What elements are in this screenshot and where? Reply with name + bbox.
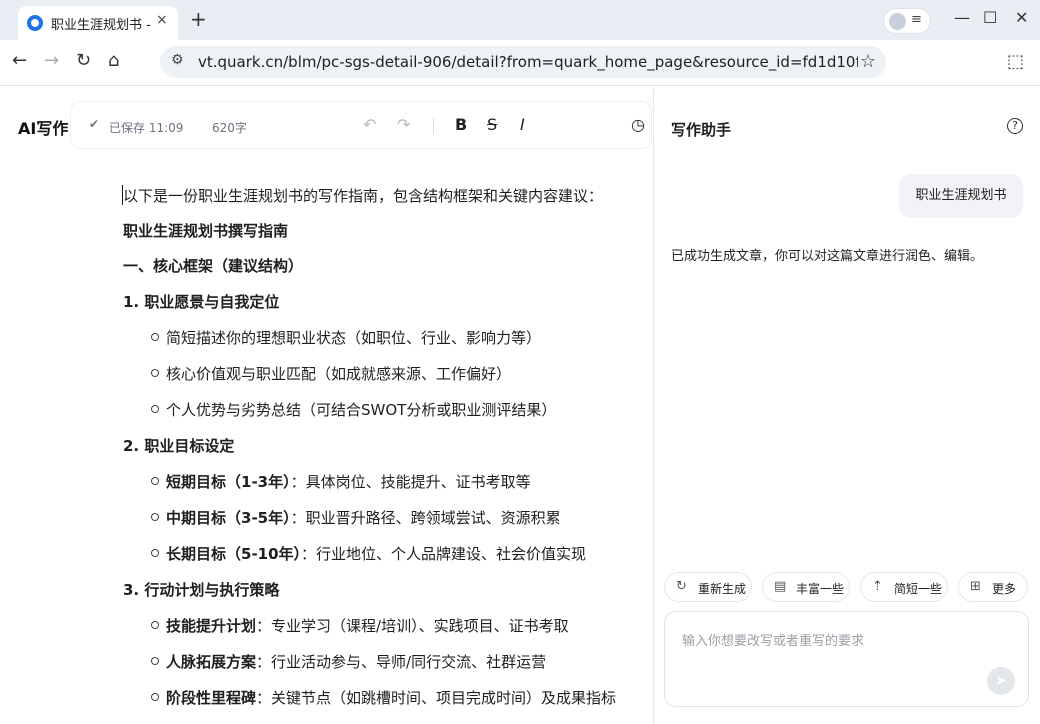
brand-title: AI写作 [18, 119, 69, 138]
list-item-text: 核心价值观与职业匹配（如成就感来源、工作偏好） [166, 365, 512, 383]
list-item: 短期目标（1-3年）：具体岗位、技能提升、证书考取等 [151, 471, 531, 492]
italic-icon[interactable]: I [520, 115, 525, 134]
menu-lines-icon: ≡ [911, 12, 922, 27]
enrich-button[interactable]: ▤ 丰富一些 [762, 572, 850, 602]
doc-intro-text: 以下是一份职业生涯规划书的写作指南，包含结构框架和关键内容建议： [123, 187, 604, 205]
list-item: 中期目标（3-5年）：职业晋升路径、跨领域尝试、资源积累 [151, 507, 561, 528]
back-arrow-icon[interactable]: ← [12, 51, 27, 71]
list-item-label: 短期目标（1-3年） [166, 473, 291, 491]
history-icon[interactable]: ◷ [631, 115, 645, 134]
home-icon[interactable]: ⌂ [108, 51, 119, 71]
bullet-icon [151, 693, 159, 701]
list-item: 核心价值观与职业匹配（如成就感来源、工作偏好） [151, 363, 511, 384]
list-item-label: 人脉拓展方案 [166, 653, 257, 671]
list-item: 阶段性里程碑：关键节点（如跳槽时间、项目完成时间）及成果指标 [151, 687, 616, 708]
list-item-text: ：职业晋升路径、跨领域尝试、资源积累 [290, 509, 561, 527]
bullet-icon [151, 549, 159, 557]
list-item-label: 阶段性里程碑 [166, 689, 257, 707]
assistant-title: 写作助手 [671, 121, 732, 139]
doc-heading: 职业生涯规划书撰写指南 [123, 222, 289, 240]
list-heading-2: 2. 职业目标设定 [123, 437, 235, 455]
chip-label: 更多 [992, 582, 1017, 596]
profile-avatar-icon [889, 13, 906, 30]
writing-assistant-panel: 写作助手 ? 职业生涯规划书 已成功生成文章，你可以对这篇文章进行润色、编辑。 … [654, 87, 1040, 724]
saved-status: 已保存 11:09 [109, 121, 184, 135]
text-caret [122, 185, 123, 205]
editor-toolbar: ✔ 已保存 11:09 620字 ↶ ↷ B S I ◷ [70, 101, 652, 149]
strikethrough-icon[interactable]: S [487, 115, 497, 134]
bold-icon[interactable]: B [455, 115, 467, 134]
assistant-reply: 已成功生成文章，你可以对这篇文章进行润色、编辑。 [671, 249, 984, 264]
extensions-icon[interactable]: ⬚ [1007, 51, 1024, 72]
browser-toolbar: ← → ↻ ⌂ ⚙ vt.quark.cn/blm/pc-sgs-detail-… [0, 40, 1040, 86]
profile-button[interactable]: ≡ [883, 8, 931, 34]
browser-title-bar: 职业生涯规划书 - × + ≡ — ☐ ✕ [0, 0, 1040, 40]
bullet-icon [151, 477, 159, 485]
grid-more-icon: ⊞ [970, 579, 981, 594]
list-item-text: 个人优势与劣势总结（可结合SWOT分析或职业测评结果） [166, 401, 557, 419]
shorten-button[interactable]: ⇡ 简短一些 [860, 572, 948, 602]
reload-icon[interactable]: ↻ [76, 51, 91, 71]
more-button[interactable]: ⊞ 更多 [958, 572, 1028, 602]
bullet-icon [151, 405, 159, 413]
list-heading-1: 1. 职业愿景与自我定位 [123, 293, 280, 311]
doc-intro: 以下是一份职业生涯规划书的写作指南，包含结构框架和关键内容建议： [122, 185, 604, 206]
new-tab-button[interactable]: + [190, 8, 207, 30]
minimize-button[interactable]: — [954, 8, 970, 27]
undo-icon[interactable]: ↶ [363, 115, 376, 134]
list-item-text: 简短描述你的理想职业状态（如职位、行业、影响力等） [166, 329, 542, 347]
list-heading-3: 3. 行动计划与执行策略 [123, 581, 280, 599]
tab-close-icon[interactable]: × [156, 12, 168, 28]
toolbar-divider [433, 118, 434, 134]
regenerate-icon: ↻ [676, 579, 687, 594]
list-item-text: ：行业活动参与、导师/同行交流、社群运营 [256, 653, 547, 671]
maximize-button[interactable]: ☐ [983, 8, 997, 27]
tab-title: 职业生涯规划书 - [51, 18, 151, 33]
close-window-button[interactable]: ✕ [1015, 8, 1028, 27]
browser-tab[interactable]: 职业生涯规划书 - × [18, 6, 178, 40]
forward-arrow-icon[interactable]: → [44, 51, 59, 71]
check-icon: ✔ [89, 117, 100, 131]
list-item: 技能提升计划：专业学习（课程/培训）、实践项目、证书考取 [151, 615, 569, 636]
shorten-icon: ⇡ [872, 579, 883, 594]
bullet-icon [151, 621, 159, 629]
user-message-bubble: 职业生涯规划书 [899, 174, 1023, 218]
redo-icon[interactable]: ↷ [397, 115, 410, 134]
bullet-icon [151, 657, 159, 665]
list-item-label: 技能提升计划 [166, 617, 257, 635]
regenerate-button[interactable]: ↻ 重新生成 [664, 572, 752, 602]
word-count: 620字 [212, 121, 247, 135]
site-settings-icon[interactable]: ⚙ [171, 52, 184, 68]
chip-label: 丰富一些 [796, 582, 845, 596]
list-item-label: 中期目标（3-5年） [166, 509, 291, 527]
chip-label: 简短一些 [894, 582, 943, 596]
list-item-text: ：具体岗位、技能提升、证书考取等 [290, 473, 531, 491]
list-item: 长期目标（5-10年）：行业地位、个人品牌建设、社会价值实现 [151, 543, 586, 564]
rewrite-input[interactable]: 输入你想要改写或者重写的要求 ➤ [664, 611, 1029, 707]
list-item-text: ：专业学习（课程/培训）、实践项目、证书考取 [256, 617, 569, 635]
list-item-text: ：关键节点（如跳槽时间、项目完成时间）及成果指标 [256, 689, 617, 707]
enrich-icon: ▤ [774, 579, 787, 594]
quark-favicon-icon [27, 15, 43, 31]
bullet-icon [151, 333, 159, 341]
bullet-icon [151, 513, 159, 521]
list-item-label: 长期目标（5-10年） [166, 545, 302, 563]
address-bar[interactable]: ⚙ vt.quark.cn/blm/pc-sgs-detail-906/deta… [160, 46, 886, 78]
input-placeholder: 输入你想要改写或者重写的要求 [682, 634, 865, 649]
list-item: 简短描述你的理想职业状态（如职位、行业、影响力等） [151, 327, 541, 348]
list-item-text: ：行业地位、个人品牌建设、社会价值实现 [301, 545, 587, 563]
url-text[interactable]: vt.quark.cn/blm/pc-sgs-detail-906/detail… [198, 53, 858, 71]
list-item: 人脉拓展方案：行业活动参与、导师/同行交流、社群运营 [151, 651, 546, 672]
section-heading: 一、核心框架（建议结构） [123, 257, 304, 275]
send-button[interactable]: ➤ [987, 667, 1015, 695]
help-icon[interactable]: ? [1007, 118, 1023, 134]
bullet-icon [151, 369, 159, 377]
list-item: 个人优势与劣势总结（可结合SWOT分析或职业测评结果） [151, 399, 556, 420]
chip-label: 重新生成 [698, 582, 747, 596]
bookmark-star-icon[interactable]: ☆ [860, 51, 876, 72]
editor-pane: AI写作 ✔ 已保存 11:09 620字 ↶ ↷ B S I ◷ 以下是一份职… [0, 87, 653, 724]
